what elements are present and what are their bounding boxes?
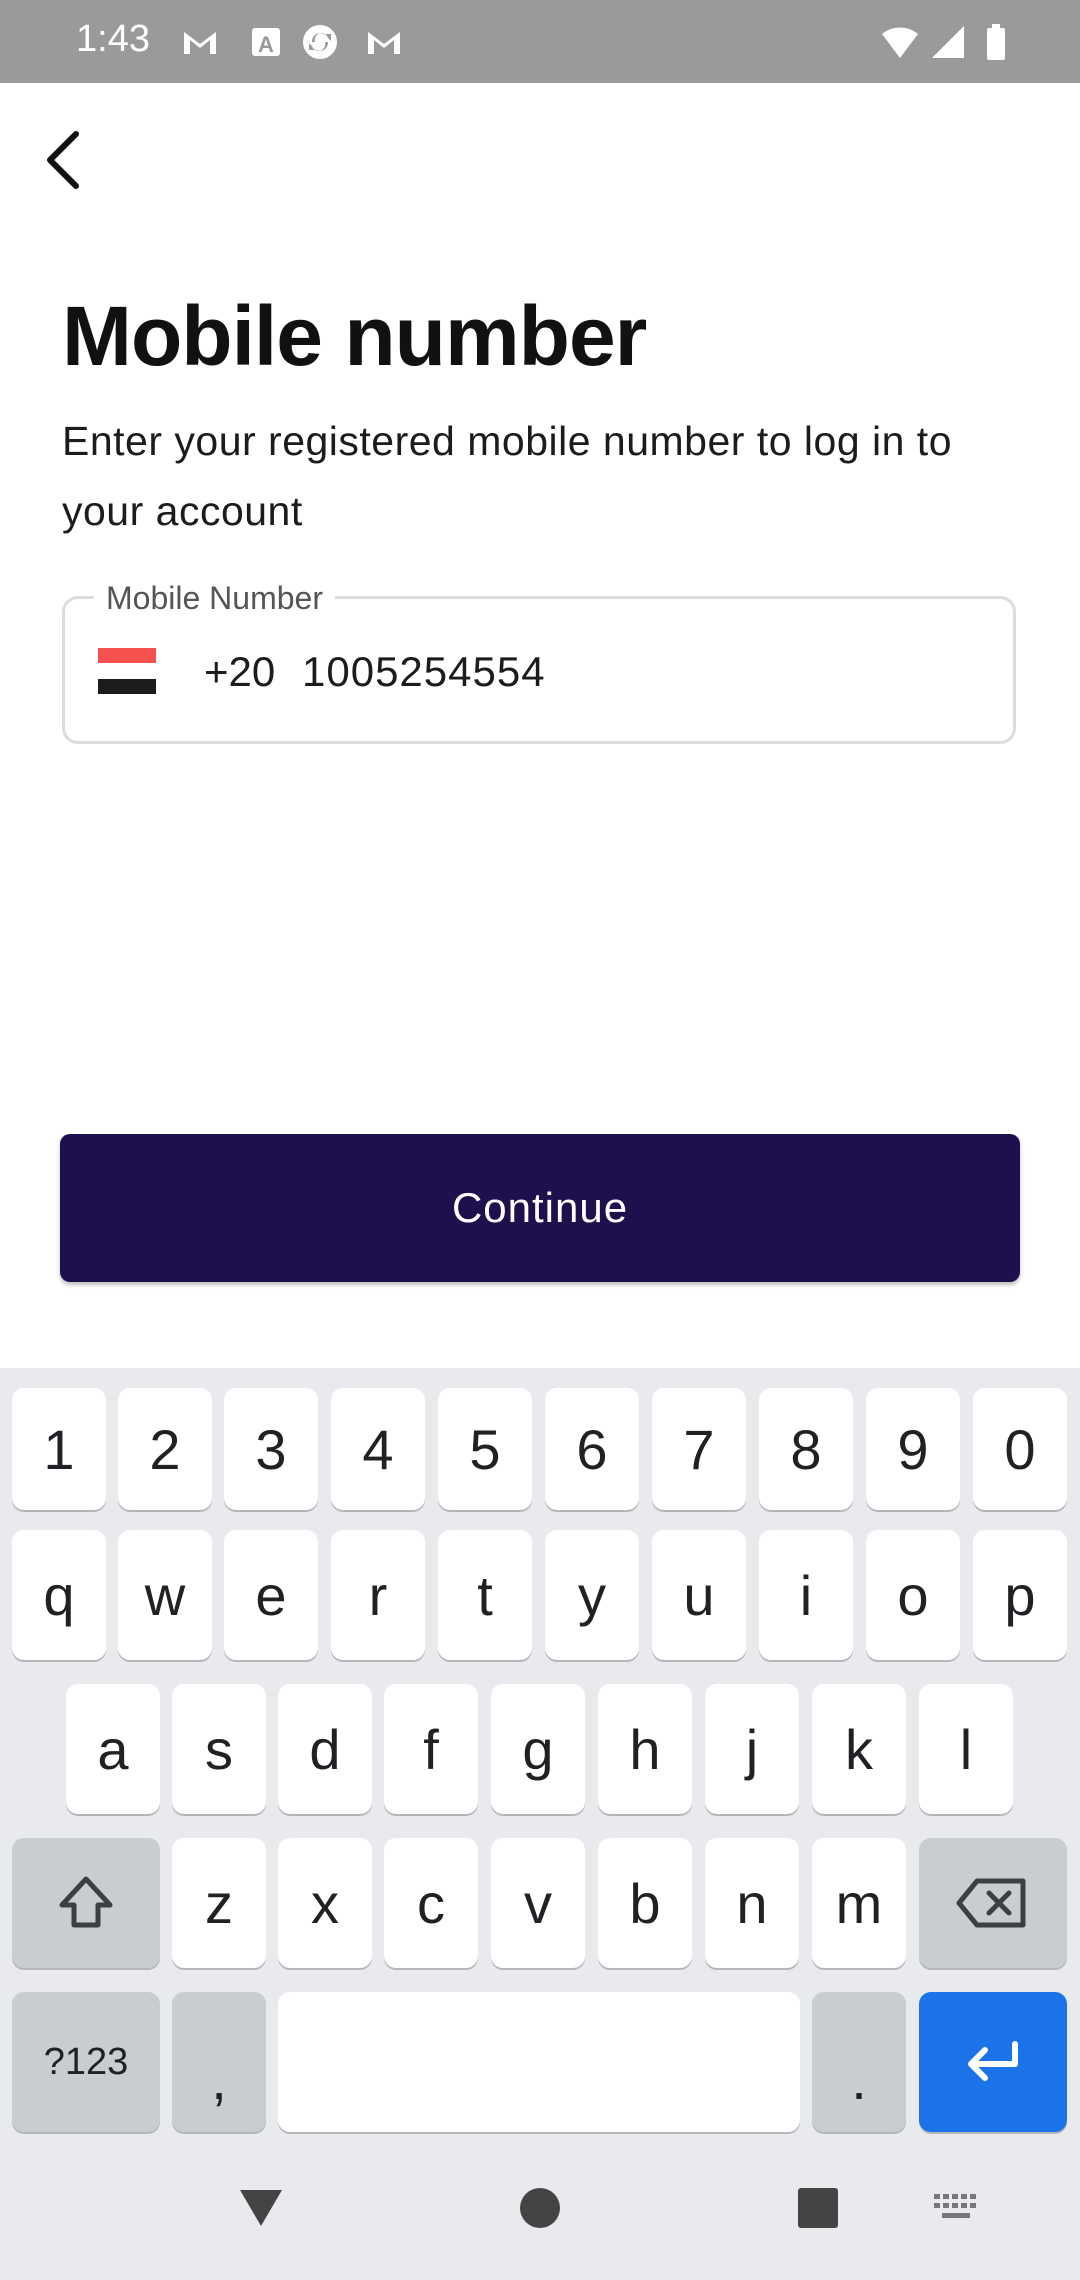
- key-l[interactable]: l: [919, 1684, 1013, 1814]
- key-0[interactable]: 0: [973, 1388, 1067, 1510]
- enter-key[interactable]: [919, 1992, 1067, 2132]
- key-w[interactable]: w: [118, 1530, 212, 1660]
- soft-keyboard: 1 2 3 4 5 6 7 8 9 0 q w e r t y u i o p …: [0, 1368, 1080, 2280]
- status-bar: 1:43 A: [0, 0, 1080, 83]
- page-title: Mobile number: [62, 289, 647, 383]
- key-3[interactable]: 3: [224, 1388, 318, 1510]
- key-n[interactable]: n: [705, 1838, 799, 1968]
- status-time: 1:43: [76, 18, 150, 60]
- key-j[interactable]: j: [705, 1684, 799, 1814]
- home-circle-icon[interactable]: [518, 2186, 562, 2230]
- key-p[interactable]: p: [973, 1530, 1067, 1660]
- key-g[interactable]: g: [491, 1684, 585, 1814]
- recents-square-icon[interactable]: [796, 2186, 840, 2230]
- key-y[interactable]: y: [545, 1530, 639, 1660]
- country-code[interactable]: +20: [204, 648, 275, 696]
- key-z[interactable]: z: [172, 1838, 266, 1968]
- key-5[interactable]: 5: [438, 1388, 532, 1510]
- key-c[interactable]: c: [384, 1838, 478, 1968]
- back-button[interactable]: [30, 120, 100, 200]
- space-key[interactable]: [278, 1992, 800, 2132]
- key-9[interactable]: 9: [866, 1388, 960, 1510]
- key-a[interactable]: a: [66, 1684, 160, 1814]
- key-8[interactable]: 8: [759, 1388, 853, 1510]
- symbols-key[interactable]: ?123: [12, 1992, 160, 2132]
- key-b[interactable]: b: [598, 1838, 692, 1968]
- keyboard-icon[interactable]: [932, 2192, 980, 2224]
- key-t[interactable]: t: [438, 1530, 532, 1660]
- key-v[interactable]: v: [491, 1838, 585, 1968]
- comma-key[interactable]: ,: [172, 1992, 266, 2132]
- key-o[interactable]: o: [866, 1530, 960, 1660]
- mobile-number-input[interactable]: 1005254554: [302, 648, 546, 696]
- key-i[interactable]: i: [759, 1530, 853, 1660]
- egypt-flag-icon[interactable]: [98, 648, 156, 694]
- gmail-icon: [184, 32, 216, 54]
- continue-button[interactable]: Continue: [60, 1134, 1020, 1282]
- key-u[interactable]: u: [652, 1530, 746, 1660]
- key-k[interactable]: k: [812, 1684, 906, 1814]
- back-triangle-icon[interactable]: [236, 2186, 286, 2230]
- key-d[interactable]: d: [278, 1684, 372, 1814]
- period-key[interactable]: .: [812, 1992, 906, 2132]
- backspace-key[interactable]: [919, 1838, 1067, 1968]
- signal-icon: [932, 26, 964, 58]
- shift-icon: [59, 1876, 113, 1928]
- mobile-number-label: Mobile Number: [94, 580, 335, 617]
- key-f[interactable]: f: [384, 1684, 478, 1814]
- key-m[interactable]: m: [812, 1838, 906, 1968]
- key-h[interactable]: h: [598, 1684, 692, 1814]
- key-s[interactable]: s: [172, 1684, 266, 1814]
- key-6[interactable]: 6: [545, 1388, 639, 1510]
- key-r[interactable]: r: [331, 1530, 425, 1660]
- key-q[interactable]: q: [12, 1530, 106, 1660]
- key-e[interactable]: e: [224, 1530, 318, 1660]
- wifi-icon: [882, 27, 918, 58]
- shift-key[interactable]: [12, 1838, 160, 1968]
- key-2[interactable]: 2: [118, 1388, 212, 1510]
- gmail-icon: [368, 32, 400, 54]
- back-arrow-icon: [47, 131, 79, 189]
- svg-text:A: A: [258, 32, 274, 57]
- key-x[interactable]: x: [278, 1838, 372, 1968]
- enter-icon: [968, 2041, 1018, 2081]
- key-1[interactable]: 1: [12, 1388, 106, 1510]
- key-4[interactable]: 4: [331, 1388, 425, 1510]
- key-7[interactable]: 7: [652, 1388, 746, 1510]
- page-subtitle: Enter your registered mobile number to l…: [62, 418, 953, 534]
- sync-app-icon: [303, 25, 337, 59]
- battery-icon: [987, 24, 1005, 60]
- backspace-icon: [956, 1878, 1026, 1928]
- font-icon: A: [252, 28, 280, 57]
